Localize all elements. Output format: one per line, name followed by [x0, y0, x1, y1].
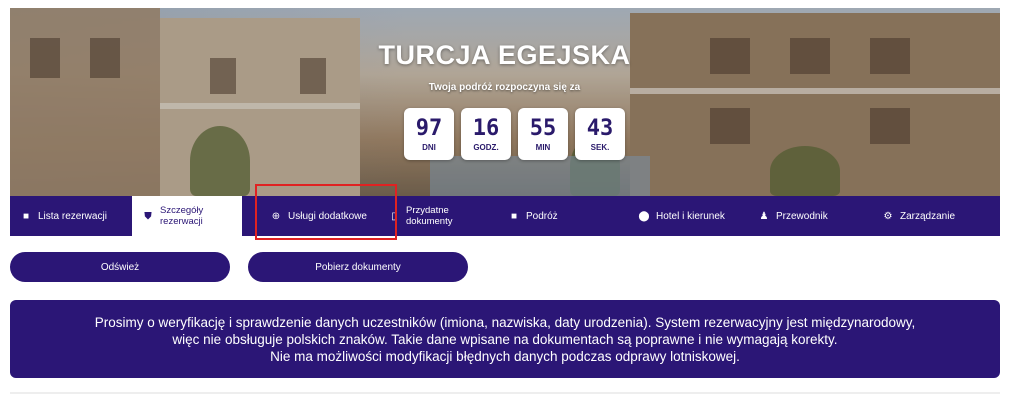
nav-item-label: Przydatne dokumenty	[406, 205, 453, 227]
countdown-value: 16	[472, 115, 500, 141]
nav-item-label: Zarządzanie	[900, 210, 956, 222]
nav-item-label: Szczegóły rezerwacji	[160, 205, 204, 227]
nav-item-label: Usługi dodatkowe	[288, 210, 367, 222]
data-verification-notice: Prosimy o weryfikację i sprawdzenie dany…	[10, 300, 1000, 378]
divider	[10, 392, 1000, 394]
nav-item-management[interactable]: ⚙ Zarządzanie	[872, 196, 1000, 236]
nav-item-label: Lista rezerwacji	[38, 210, 107, 222]
countdown-unit: SEK.	[590, 142, 610, 152]
download-documents-button[interactable]: Pobierz dokumenty	[248, 252, 468, 282]
map-pin-icon: ⬤	[638, 210, 650, 222]
reservation-nav: ■ Lista rezerwacji ⛊ Szczegóły rezerwacj…	[10, 196, 1000, 236]
countdown-unit: GODZ.	[473, 142, 499, 152]
nav-item-reservation-list[interactable]: ■ Lista rezerwacji	[10, 196, 132, 236]
document-icon: ▯	[391, 210, 397, 222]
hero-banner	[10, 8, 1000, 196]
hero-shade	[10, 8, 1000, 196]
countdown-value: 55	[529, 115, 557, 141]
countdown-unit: MIN	[535, 142, 551, 152]
nav-item-label: Hotel i kierunek	[656, 210, 725, 222]
countdown-days: 97 DNI	[404, 108, 454, 160]
notice-line: więc nie obsługuje polskich znaków. Taki…	[172, 331, 838, 347]
notice-line: Prosimy o weryfikację i sprawdzenie dany…	[94, 314, 916, 330]
countdown-hours: 16 GODZ.	[461, 108, 511, 160]
nav-item-extra-services[interactable]: ⊕ Usługi dodatkowe	[242, 196, 378, 236]
countdown-value: 97	[415, 115, 443, 141]
list-icon: ■	[22, 210, 30, 222]
nav-item-useful-documents[interactable]: ▯ Przydatne dokumenty	[378, 196, 498, 236]
nav-item-label: Przewodnik	[776, 210, 828, 222]
countdown-unit: DNI	[422, 142, 436, 152]
refresh-button[interactable]: Odśwież	[10, 252, 230, 282]
countdown-minutes: 55 MIN	[518, 108, 568, 160]
plus-circle-icon: ⊕	[271, 210, 281, 222]
countdown-caption: Twoja podróż rozpoczyna się za	[428, 82, 581, 93]
nav-item-reservation-details[interactable]: ⛊ Szczegóły rezerwacji	[132, 196, 242, 236]
suitcase-icon: ■	[510, 210, 518, 222]
gear-icon: ⚙	[883, 210, 893, 222]
countdown-seconds: 43 SEK.	[575, 108, 625, 160]
shield-icon: ⛊	[144, 210, 152, 222]
nav-item-guide[interactable]: ♟ Przewodnik	[748, 196, 872, 236]
nav-item-trip[interactable]: ■ Podróż	[498, 196, 628, 236]
notice-line: Nie ma możliwości modyfikacji błędnych d…	[270, 348, 740, 364]
countdown-value: 43	[586, 115, 614, 141]
nav-item-label: Podróż	[526, 210, 558, 222]
nav-item-hotel-destination[interactable]: ⬤ Hotel i kierunek	[628, 196, 748, 236]
people-icon: ♟	[759, 210, 769, 222]
trip-title: TURCJA EGEJSKA	[378, 40, 631, 70]
countdown: 97 DNI 16 GODZ. 55 MIN 43 SEK.	[404, 108, 625, 160]
